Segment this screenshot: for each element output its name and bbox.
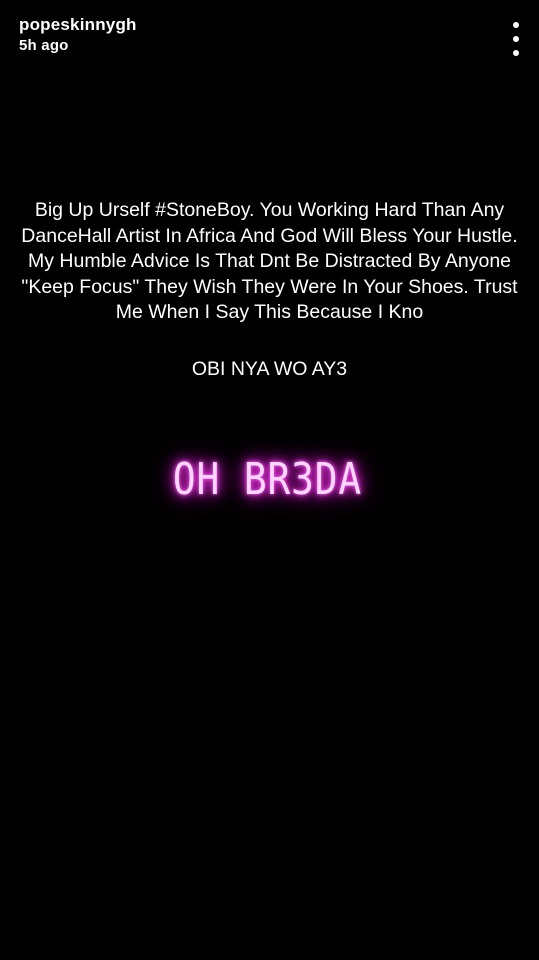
story-header: popeskinnygh 5h ago <box>19 14 137 56</box>
timestamp: 5h ago <box>19 37 69 54</box>
caption-subline: OBI NYA WO AY3 <box>191 357 348 380</box>
more-vertical-icon-dot <box>513 50 519 56</box>
more-vertical-icon <box>513 22 519 28</box>
caption: Big Up Urself #StoneBoy. You Working Har… <box>0 198 539 382</box>
username[interactable]: popeskinnygh <box>19 14 137 36</box>
story-screen[interactable]: popeskinnygh 5h ago Big Up Urself #Stone… <box>0 0 539 960</box>
caption-body: Big Up Urself #StoneBoy. You Working Har… <box>21 199 518 323</box>
neon-sticker-text: OH BR3DA <box>172 454 363 505</box>
more-vertical-icon-dot <box>513 36 519 42</box>
more-options-button[interactable] <box>511 22 521 56</box>
